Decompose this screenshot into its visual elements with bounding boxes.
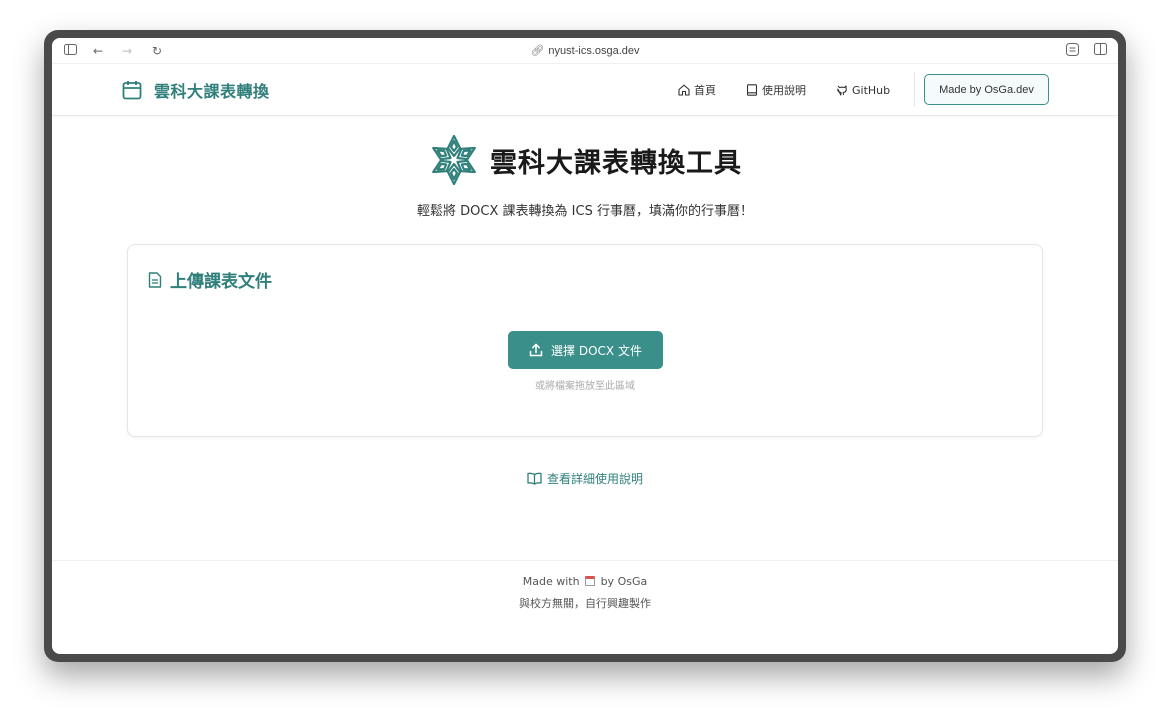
choose-docx-label: 選擇 DOCX 文件 [551, 343, 642, 358]
nav-home-label: 首頁 [694, 84, 716, 97]
upload-card-title: 上傳課表文件 [148, 267, 272, 292]
nav-home[interactable]: 首頁 [678, 82, 716, 98]
brand-name: 雲科大課表轉換 [154, 82, 270, 101]
page-subtitle: 輕鬆將 DOCX 課表轉換為 ICS 行事曆，填滿你的行事曆！ [417, 204, 753, 219]
open-book-icon [527, 472, 542, 485]
detailed-guide-label: 查看詳細使用說明 [546, 472, 643, 486]
address-bar[interactable]: 🔗︎ nyust-ics.osga.dev [52, 43, 1118, 59]
detailed-guide-link[interactable]: 查看詳細使用說明 [52, 470, 1118, 487]
browser-toolbar: ← → ↻ 🔗︎ nyust-ics.osga.dev [52, 38, 1118, 64]
browser-window: ← → ↻ 🔗︎ nyust-ics.osga.dev 雲科大課表轉換 首頁 使… [52, 38, 1118, 654]
choose-docx-button[interactable]: 選擇 DOCX 文件 [508, 331, 663, 369]
nav-guide-label: 使用說明 [762, 84, 806, 97]
site-footer: Made with by OsGa 與校方無關，自行興趣製作 [52, 560, 1118, 654]
nav-github[interactable]: GitHub [836, 84, 890, 97]
snowflake-logo-icon [432, 134, 476, 186]
footer-made-with: Made with by OsGa [522, 575, 648, 588]
document-icon [148, 271, 162, 288]
brand-link[interactable]: 雲科大課表轉換 [122, 78, 270, 102]
footer-disclaimer: 與校方無關，自行興趣製作 [519, 597, 651, 610]
site-header: 雲科大課表轉換 首頁 使用說明 GitHub Made by OsGa.dev [52, 64, 1118, 116]
calendar-icon [122, 81, 142, 100]
upload-card-title-text: 上傳課表文件 [170, 272, 272, 292]
reader-icon[interactable] [1064, 43, 1080, 59]
nav-github-label: GitHub [852, 83, 891, 97]
page-title: 雲科大課表轉換工具 [490, 147, 742, 179]
github-icon [837, 85, 847, 96]
link-icon: 🔗︎ [530, 45, 545, 57]
drop-hint: 或將檔案拖放至此區域 [535, 381, 635, 392]
upload-icon [529, 343, 543, 357]
split-view-icon[interactable] [1092, 43, 1108, 59]
hero: 雲科大課表轉換工具 [52, 134, 1118, 186]
url-text: nyust-ics.osga.dev [548, 45, 640, 57]
made-by-button[interactable]: Made by OsGa.dev [924, 74, 1049, 105]
upload-card[interactable]: 上傳課表文件 選擇 DOCX 文件 或將檔案拖放至此區域 [127, 244, 1043, 437]
home-icon [678, 84, 690, 96]
main-nav: 首頁 使用說明 GitHub [678, 82, 920, 98]
calendar-emoji-icon [585, 576, 596, 586]
nav-divider [914, 72, 915, 106]
nav-guide[interactable]: 使用說明 [746, 82, 806, 98]
book-icon [746, 84, 758, 96]
